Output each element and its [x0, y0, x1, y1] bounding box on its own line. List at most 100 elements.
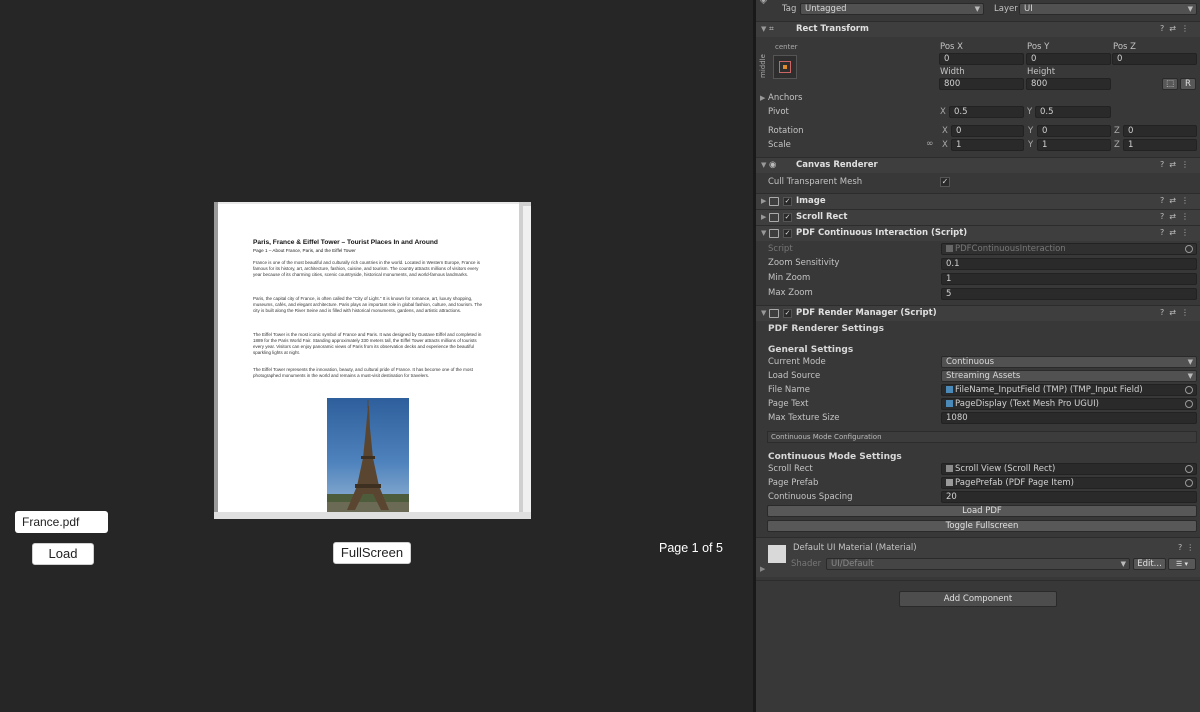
page-text-reference-field[interactable]: PageDisplay (Text Mesh Pro UGUI) — [941, 398, 1197, 410]
enabled-checkbox[interactable]: ✓ — [783, 229, 792, 238]
file-name-reference-field[interactable]: FileName_InputField (TMP) (TMP_Input Fie… — [941, 384, 1197, 396]
pos-y-field[interactable]: 0 — [1026, 53, 1111, 65]
page-prefab-reference-value: PagePrefab (PDF Page Item) — [955, 478, 1074, 488]
pivot-y-field[interactable]: 0.5 — [1035, 106, 1111, 118]
link-icon[interactable]: ∞ — [926, 139, 934, 149]
rect-transform-header[interactable]: ▼ ⌗ Rect Transform ?⇄⋮ — [756, 21, 1200, 37]
preset-icon[interactable]: ⇄ — [1169, 228, 1181, 237]
help-icon[interactable]: ? — [1178, 543, 1186, 552]
preset-icon[interactable]: ⇄ — [1169, 308, 1181, 317]
component-header-icons[interactable]: ?⇄⋮ — [1160, 160, 1194, 169]
object-picker-icon — [1185, 245, 1193, 253]
rotation-x-field[interactable]: 0 — [951, 125, 1024, 137]
scroll-rect-header[interactable]: ▶ ✓ Scroll Rect ?⇄⋮ — [756, 209, 1200, 225]
scale-z-field[interactable]: 1 — [1123, 139, 1197, 151]
width-field[interactable]: 800 — [939, 78, 1024, 90]
toggle-fullscreen-button[interactable]: Toggle Fullscreen — [767, 520, 1197, 532]
enabled-checkbox[interactable]: ✓ — [783, 309, 792, 318]
pos-z-field[interactable]: 0 — [1112, 53, 1197, 65]
foldout-arrow-icon[interactable]: ▼ — [761, 25, 766, 33]
component-header-icons[interactable]: ?⇄⋮ — [1160, 196, 1194, 205]
chevron-down-icon: ▼ — [974, 5, 980, 13]
enabled-checkbox[interactable]: ✓ — [783, 197, 792, 206]
foldout-arrow-icon[interactable]: ▼ — [761, 309, 766, 317]
continuous-spacing-field[interactable]: 20 — [941, 491, 1197, 503]
load-source-label: Load Source — [768, 371, 821, 381]
object-picker-icon[interactable] — [1185, 479, 1193, 487]
max-texture-size-label: Max Texture Size — [768, 413, 840, 423]
scale-x-field[interactable]: 1 — [951, 139, 1024, 151]
anchor-preset-button[interactable] — [773, 55, 797, 79]
component-title: Rect Transform — [796, 24, 869, 34]
enabled-checkbox[interactable]: ✓ — [783, 213, 792, 222]
preset-icon[interactable]: ⇄ — [1169, 24, 1181, 33]
rotation-y-field[interactable]: 0 — [1037, 125, 1111, 137]
kebab-menu-icon[interactable]: ⋮ — [1181, 24, 1194, 33]
foldout-arrow-icon[interactable]: ▼ — [761, 229, 766, 237]
layer-dropdown[interactable]: UI ▼ — [1019, 3, 1197, 15]
zoom-sensitivity-field[interactable]: 0.1 — [941, 258, 1197, 270]
help-icon[interactable]: ? — [1160, 196, 1169, 205]
min-zoom-field[interactable]: 1 — [941, 273, 1197, 285]
component-header-icons[interactable]: ?⇄⋮ — [1160, 228, 1194, 237]
page-prefab-reference-field[interactable]: PagePrefab (PDF Page Item) — [941, 477, 1197, 489]
help-icon[interactable]: ? — [1160, 308, 1169, 317]
scroll-rect-reference-field[interactable]: Scroll View (Scroll Rect) — [941, 463, 1197, 475]
edit-shader-button[interactable]: Edit... — [1133, 558, 1166, 570]
image-header[interactable]: ▶ ✓ Image ?⇄⋮ — [756, 193, 1200, 209]
foldout-arrow-icon[interactable]: ▼ — [761, 161, 766, 169]
kebab-menu-icon[interactable]: ⋮ — [1181, 308, 1194, 317]
pivot-x-field[interactable]: 0.5 — [949, 106, 1024, 118]
kebab-menu-icon[interactable]: ⋮ — [1186, 543, 1198, 552]
object-picker-icon[interactable] — [1185, 465, 1193, 473]
canvas-renderer-header[interactable]: ▼ ◉ Canvas Renderer ?⇄⋮ — [756, 157, 1200, 173]
pdf-render-manager-header[interactable]: ▼ ✓ PDF Render Manager (Script) ?⇄⋮ — [756, 305, 1200, 321]
preset-icon[interactable]: ⇄ — [1169, 196, 1181, 205]
kebab-menu-icon[interactable]: ⋮ — [1181, 228, 1194, 237]
blueprint-mode-button[interactable]: ⬚ — [1162, 78, 1178, 90]
object-picker-icon[interactable] — [1185, 386, 1193, 394]
foldout-arrow-icon[interactable]: ▶ — [760, 565, 765, 573]
pos-x-field[interactable]: 0 — [939, 53, 1024, 65]
preset-icon[interactable]: ⇄ — [1169, 212, 1181, 221]
eiffel-tower-image — [327, 398, 409, 512]
fullscreen-button[interactable]: FullScreen — [333, 542, 411, 564]
load-pdf-button[interactable]: Load PDF — [767, 505, 1197, 517]
help-icon[interactable]: ? — [1160, 160, 1169, 169]
raw-edit-button[interactable]: R — [1180, 78, 1196, 90]
preset-icon[interactable]: ⇄ — [1169, 160, 1181, 169]
scale-y-field[interactable]: 1 — [1037, 139, 1111, 151]
load-source-dropdown[interactable]: Streaming Assets ▼ — [941, 370, 1197, 382]
current-mode-dropdown[interactable]: Continuous ▼ — [941, 356, 1197, 368]
height-field[interactable]: 800 — [1026, 78, 1111, 90]
component-header-icons[interactable]: ?⇄⋮ — [1160, 212, 1194, 221]
foldout-arrow-icon[interactable]: ▶ — [760, 94, 765, 102]
cull-mesh-checkbox[interactable]: ✓ — [940, 177, 950, 187]
tag-dropdown[interactable]: Untagged ▼ — [800, 3, 984, 15]
help-icon[interactable]: ? — [1160, 212, 1169, 221]
pdf-scroll-view[interactable]: Paris, France & Eiffel Tower – Tourist P… — [214, 202, 531, 519]
max-zoom-field[interactable]: 5 — [941, 288, 1197, 300]
add-component-button[interactable]: Add Component — [899, 591, 1057, 607]
kebab-menu-icon[interactable]: ⋮ — [1181, 212, 1194, 221]
anchors-label[interactable]: Anchors — [768, 93, 802, 103]
component-header-icons[interactable]: ?⇄⋮ — [1160, 308, 1194, 317]
file-name-input[interactable]: France.pdf — [15, 511, 108, 533]
rotation-z-field[interactable]: 0 — [1123, 125, 1197, 137]
shader-options-button[interactable]: ☰ ▾ — [1168, 558, 1196, 570]
foldout-arrow-icon[interactable]: ▶ — [761, 213, 766, 221]
pdf-interaction-header[interactable]: ▼ ✓ PDF Continuous Interaction (Script) … — [756, 225, 1200, 241]
kebab-menu-icon[interactable]: ⋮ — [1181, 196, 1194, 205]
foldout-arrow-icon[interactable]: ▶ — [761, 197, 766, 205]
max-texture-size-field[interactable]: 1080 — [941, 412, 1197, 424]
load-button[interactable]: Load — [32, 543, 94, 565]
help-icon[interactable]: ? — [1160, 24, 1169, 33]
kebab-menu-icon[interactable]: ⋮ — [1181, 160, 1194, 169]
object-picker-icon[interactable] — [1185, 400, 1193, 408]
component-header-icons[interactable]: ?⇄⋮ — [1160, 24, 1194, 33]
pdf-scrollbar-handle[interactable] — [523, 206, 531, 512]
material-header-icons[interactable]: ?⋮ — [1178, 543, 1198, 552]
help-icon[interactable]: ? — [1160, 228, 1169, 237]
tag-label: Tag — [782, 4, 797, 14]
continuous-mode-configuration-tab[interactable]: Continuous Mode Configuration — [767, 431, 1197, 443]
